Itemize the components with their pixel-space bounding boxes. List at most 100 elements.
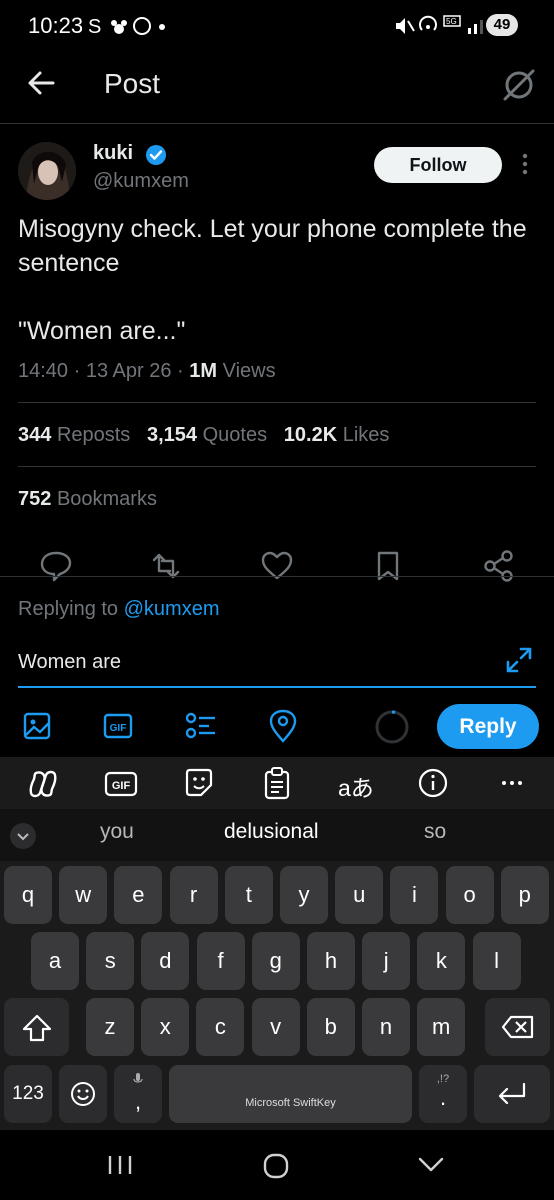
header-divider: [0, 123, 554, 124]
svg-text:GIF: GIF: [110, 723, 127, 734]
quotes-stat[interactable]: 3,154 Quotes: [147, 424, 267, 446]
back-arrow-icon[interactable]: [26, 68, 56, 98]
key-o[interactable]: o: [445, 866, 494, 924]
key-v[interactable]: v: [251, 998, 300, 1056]
key-s[interactable]: s: [86, 932, 135, 990]
reposts-label: Reposts: [56, 424, 131, 446]
quotes-label: Quotes: [202, 424, 268, 446]
info-icon[interactable]: [417, 767, 449, 799]
reply-icon[interactable]: [38, 548, 74, 584]
shift-key[interactable]: [4, 998, 69, 1056]
status-time: 10:23: [28, 13, 84, 38]
reply-button[interactable]: Reply: [437, 704, 539, 749]
avatar[interactable]: [18, 142, 76, 200]
recent-apps-icon[interactable]: [107, 1154, 133, 1176]
post-date: 13 Apr 26: [85, 360, 172, 382]
key-q[interactable]: q: [4, 866, 52, 924]
key-a[interactable]: a: [31, 932, 79, 990]
translator-icon[interactable]: aあ: [338, 769, 374, 803]
key-y[interactable]: y: [280, 866, 328, 924]
replying-mention[interactable]: @kumxem: [124, 598, 220, 620]
enter-key[interactable]: [474, 1065, 550, 1123]
key-t[interactable]: t: [224, 866, 273, 924]
more-options-icon[interactable]: [520, 152, 530, 178]
bookmarks-count: 752: [18, 488, 52, 510]
emoji-key[interactable]: [59, 1065, 107, 1123]
system-nav-bar: [0, 1130, 554, 1200]
verified-badge-icon: [146, 145, 166, 165]
author-name[interactable]: kuki: [93, 142, 133, 165]
shift-icon: [22, 1014, 51, 1042]
suggestion-center[interactable]: delusional: [224, 820, 319, 844]
home-icon[interactable]: [262, 1152, 290, 1180]
key-r[interactable]: r: [169, 866, 218, 924]
numbers-key[interactable]: 123: [4, 1065, 52, 1123]
key-f[interactable]: f: [196, 932, 245, 990]
suggestion-right[interactable]: so: [424, 820, 446, 844]
space-key[interactable]: Microsoft SwiftKey: [169, 1065, 412, 1123]
key-m[interactable]: m: [417, 998, 466, 1056]
backspace-key[interactable]: [485, 998, 550, 1056]
bookmarks-stat[interactable]: 752 Bookmarks: [18, 488, 157, 511]
key-k[interactable]: k: [417, 932, 466, 990]
period-key[interactable]: ,!? .: [419, 1065, 467, 1123]
quotes-count: 3,154: [146, 424, 198, 446]
expand-icon[interactable]: [504, 645, 534, 675]
punctuation-hint: ,!?: [436, 1073, 450, 1085]
poll-icon[interactable]: [185, 711, 217, 741]
copilot-icon[interactable]: [26, 767, 60, 801]
page-title: Post: [104, 68, 161, 99]
comma-key[interactable]: ,: [114, 1065, 162, 1123]
image-icon[interactable]: [22, 711, 52, 741]
reposts-stat[interactable]: 344 Reposts: [18, 424, 130, 446]
engagement-stats: 344 Reposts 3,154 Quotes 10.2K Likes: [18, 424, 389, 447]
like-icon[interactable]: [259, 548, 295, 584]
key-b[interactable]: b: [306, 998, 355, 1056]
location-icon[interactable]: [268, 709, 298, 743]
share-icon[interactable]: [481, 548, 517, 584]
keyboard-gif-icon[interactable]: GIF: [104, 770, 138, 798]
status-bar: 10:23 S 5G 49: [0, 0, 554, 52]
key-h[interactable]: h: [307, 932, 355, 990]
key-z[interactable]: z: [86, 998, 134, 1056]
post-text: Misogyny check. Let your phone complete …: [18, 215, 527, 345]
post-time: 14:40: [18, 360, 69, 382]
key-j[interactable]: j: [362, 932, 411, 990]
key-w[interactable]: w: [59, 866, 108, 924]
backspace-icon: [501, 1015, 533, 1039]
reply-input[interactable]: [18, 648, 508, 676]
replying-prefix: Replying to: [18, 598, 119, 620]
clipboard-icon[interactable]: [262, 766, 292, 800]
keyboard-gif-text: GIF: [112, 780, 131, 792]
key-l[interactable]: l: [472, 932, 521, 990]
key-e[interactable]: e: [114, 866, 163, 924]
actions-divider: [0, 576, 554, 577]
gif-icon[interactable]: GIF: [103, 711, 133, 741]
key-p[interactable]: p: [500, 866, 549, 924]
repost-icon[interactable]: [148, 548, 184, 584]
key-d[interactable]: d: [141, 932, 190, 990]
key-n[interactable]: n: [362, 998, 410, 1056]
stats-divider-top: [18, 402, 536, 403]
key-u[interactable]: u: [335, 866, 384, 924]
sticker-icon[interactable]: [183, 767, 215, 799]
more-tools-icon[interactable]: [500, 779, 524, 787]
reply-input-underline: [18, 686, 536, 688]
back-nav-icon[interactable]: [418, 1156, 444, 1174]
battery-indicator: 49: [486, 14, 518, 36]
suggestion-left[interactable]: you: [100, 820, 134, 844]
grok-icon[interactable]: [502, 68, 536, 102]
key-x[interactable]: x: [141, 998, 190, 1056]
stats-divider-mid: [18, 466, 536, 467]
key-c[interactable]: c: [196, 998, 245, 1056]
likes-stat[interactable]: 10.2K Likes: [284, 424, 390, 446]
collapse-suggestions-icon[interactable]: [8, 821, 38, 851]
author-handle[interactable]: @kumxem: [93, 170, 189, 193]
key-i[interactable]: i: [390, 866, 439, 924]
bookmark-icon[interactable]: [370, 548, 406, 584]
svg-text:5G: 5G: [446, 17, 457, 26]
follow-button[interactable]: Follow: [374, 147, 502, 183]
comma-label: ,: [134, 1089, 142, 1114]
enter-icon: [498, 1082, 526, 1105]
key-g[interactable]: g: [251, 932, 300, 990]
